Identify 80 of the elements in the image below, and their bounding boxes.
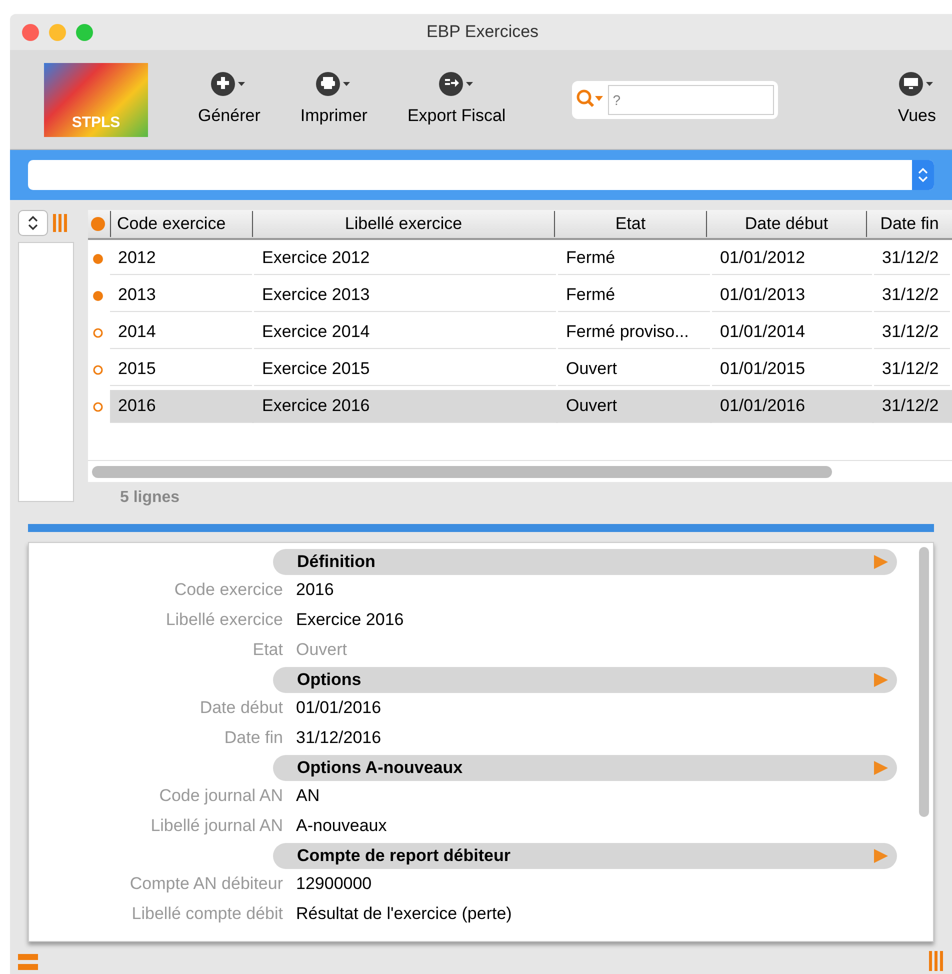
column-header[interactable]: Code exercice (110, 211, 252, 237)
field-label: Libellé exercice (164, 609, 283, 632)
horizontal-scrollbar[interactable] (92, 466, 832, 478)
zoom-button[interactable] (76, 24, 93, 40)
field-label: Etat (252, 639, 283, 662)
table-cell: 2013 (110, 279, 252, 312)
export-icon (438, 70, 475, 97)
field-value: Résultat de l'exercice (perte) (296, 903, 512, 926)
up-down-icon (28, 215, 38, 231)
field-label: Compte AN débiteur (128, 873, 283, 896)
section-header[interactable]: Options A-nouveaux (273, 755, 897, 781)
field-label: Code journal AN (158, 785, 283, 808)
stepper-icon (912, 160, 934, 190)
column-header[interactable]: Date début (706, 211, 866, 237)
table-cell: 01/01/2016 (712, 390, 872, 423)
table-cell: 01/01/2013 (712, 279, 872, 312)
table-cell: Exercice 2015 (254, 353, 556, 386)
field-label: Libellé journal AN (150, 815, 283, 838)
field-label: Date début (198, 697, 283, 720)
field-value: 31/12/2016 (296, 727, 382, 750)
field-value: 01/01/2016 (296, 697, 382, 720)
field-value: 2016 (296, 579, 334, 602)
filter-combobox[interactable] (28, 160, 934, 190)
toolbar-button[interactable]: Export Fiscal (407, 70, 506, 128)
sort-stepper[interactable] (18, 210, 48, 236)
views-button[interactable]: Vues (898, 70, 936, 128)
window-title: EBP Exercices (426, 21, 539, 44)
section-header[interactable]: Compte de report débiteur (273, 843, 897, 869)
table-cell: 2014 (110, 316, 252, 349)
column-header[interactable]: Date fin (866, 211, 952, 237)
table-cell: Fermé proviso... (558, 316, 710, 349)
close-button[interactable] (22, 24, 39, 40)
table-cell: 01/01/2015 (712, 353, 872, 386)
minimize-button[interactable] (49, 24, 66, 40)
expand-arrow-icon (873, 554, 889, 570)
row-count: 5 lignes (120, 488, 180, 508)
table-cell: Ouvert (558, 390, 710, 423)
section-header[interactable]: Options (273, 667, 897, 693)
field-value: 12900000 (296, 873, 372, 896)
table-cell: 31/12/2 (874, 242, 950, 275)
field-label: Code exercice (173, 579, 283, 602)
table-cell: Fermé (558, 279, 710, 312)
table-cell: 01/01/2014 (712, 316, 872, 349)
field-label: Libellé compte débit (130, 903, 283, 926)
field-value: AN (296, 785, 320, 808)
table-cell: Ouvert (558, 353, 710, 386)
column-header[interactable]: Etat (554, 211, 706, 237)
search-field[interactable]: ? (608, 84, 774, 114)
table-cell: Exercice 2016 (254, 390, 556, 423)
table-cell: 2016 (110, 390, 252, 423)
field-label: Date fin (223, 727, 283, 750)
field-value: A-nouveaux (296, 815, 387, 838)
print-icon (316, 70, 352, 97)
table-cell: 01/01/2012 (712, 242, 872, 275)
table-cell: Exercice 2013 (254, 279, 556, 312)
logo-text: STPLS (72, 113, 120, 133)
section-header[interactable]: Définition (273, 549, 897, 575)
table-cell: 31/12/2 (874, 279, 950, 312)
table-cell: 2012 (110, 242, 252, 275)
table-cell: 2015 (110, 353, 252, 386)
column-header[interactable]: Libellé exercice (252, 211, 554, 237)
expand-arrow-icon (873, 848, 889, 864)
field-value: Exercice 2016 (296, 609, 404, 632)
field-value: Ouvert (296, 639, 348, 662)
columns-icon[interactable] (928, 950, 944, 972)
table-cell: 31/12/2 (874, 390, 950, 423)
toolbar-button[interactable]: Imprimer (300, 70, 368, 128)
columns-icon[interactable] (52, 213, 68, 233)
table-cell: Exercice 2014 (254, 316, 556, 349)
table-cell: Exercice 2012 (254, 242, 556, 275)
table-cell: 31/12/2 (874, 353, 950, 386)
table-cell: Fermé (558, 242, 710, 275)
expand-arrow-icon (873, 760, 889, 776)
vertical-scrollbar[interactable] (919, 547, 929, 817)
table-row[interactable]: 2016 Exercice 2016 Ouvert 01/01/2016 31/12/2 (110, 390, 952, 423)
expand-arrow-icon (873, 672, 889, 688)
add-icon (211, 70, 248, 97)
toolbar-button[interactable]: Générer (198, 70, 260, 128)
views-icon (898, 70, 935, 97)
table-cell: 31/12/2 (874, 316, 950, 349)
